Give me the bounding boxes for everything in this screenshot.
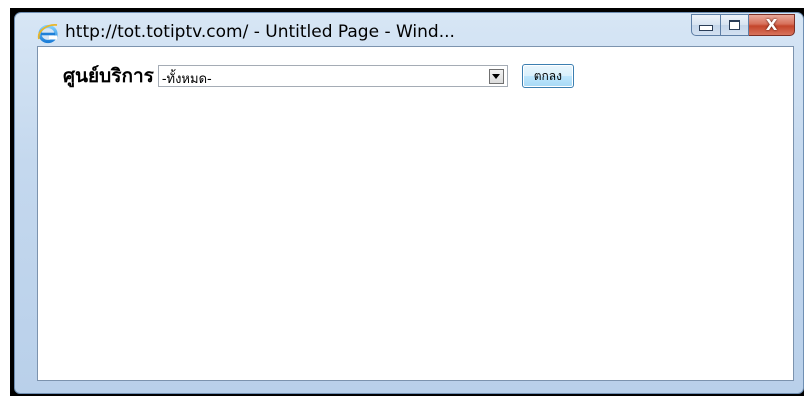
ok-button[interactable]: ตกลง	[521, 64, 574, 88]
service-center-label: ศูนย์บริการ	[63, 65, 154, 87]
minimize-button[interactable]	[691, 14, 721, 36]
service-center-form: ศูนย์บริการ -ทั้งหมด- ตกลง	[63, 61, 574, 91]
title-bar[interactable]: http://tot.totiptv.com/ - Untitled Page …	[15, 13, 803, 47]
internet-explorer-icon	[37, 22, 59, 44]
service-center-selected-value: -ทั้งหมด-	[161, 72, 212, 87]
maximize-button[interactable]	[721, 14, 749, 36]
close-icon: X	[765, 15, 778, 34]
popup-window: http://tot.totiptv.com/ - Untitled Page …	[14, 12, 804, 394]
maximize-icon	[729, 20, 740, 30]
chevron-down-icon	[492, 74, 501, 79]
caption-buttons: X	[691, 14, 795, 38]
minimize-icon	[699, 25, 713, 31]
page-content: ศูนย์บริการ -ทั้งหมด- ตกลง	[37, 46, 794, 381]
window-title: http://tot.totiptv.com/ - Untitled Page …	[65, 22, 455, 42]
dropdown-arrow-button[interactable]	[488, 69, 504, 84]
service-center-select[interactable]: -ทั้งหมด-	[157, 65, 508, 87]
close-button[interactable]: X	[749, 14, 795, 36]
